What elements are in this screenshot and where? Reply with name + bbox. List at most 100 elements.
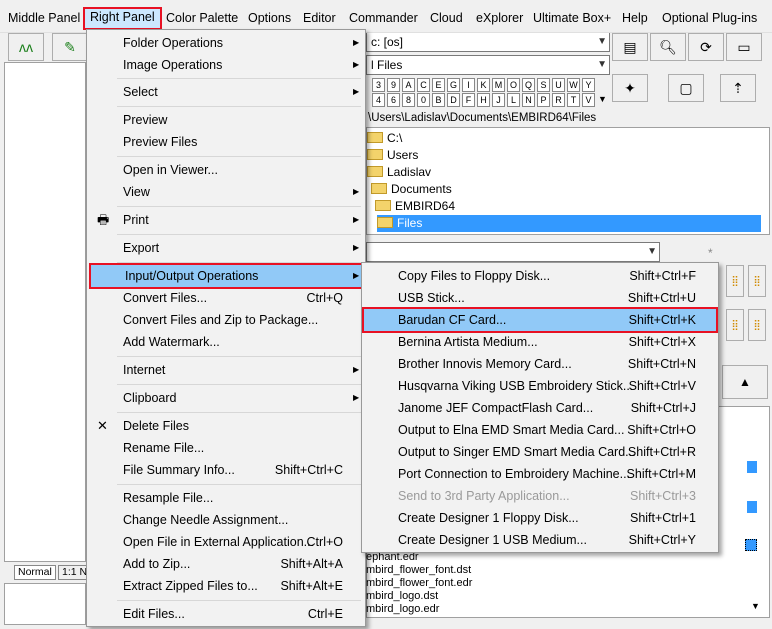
letter-button[interactable]: L bbox=[507, 93, 520, 107]
menu-ultimate-box[interactable]: Ultimate Box+ bbox=[528, 8, 616, 28]
letter-button[interactable]: H bbox=[477, 93, 490, 107]
grid-view-button[interactable]: ⣿ bbox=[748, 309, 766, 341]
list-item[interactable]: mbird_logo.edr bbox=[366, 603, 439, 616]
menu-commander[interactable]: Commander bbox=[344, 8, 423, 28]
menu-item-designer1-usb[interactable]: Create Designer 1 USB Medium... Shift+Ctr… bbox=[364, 529, 716, 551]
menu-item-clipboard[interactable]: Clipboard ▶ bbox=[89, 387, 363, 409]
menu-item-janome-jef[interactable]: Janome JEF CompactFlash Card... Shift+Ctr… bbox=[364, 397, 716, 419]
folder-up-icon-button[interactable]: ⇡ bbox=[720, 74, 756, 102]
letter-button[interactable]: E bbox=[432, 78, 445, 92]
menu-item-husqvarna-viking[interactable]: Husqvarna Viking USB Embroidery Stick...… bbox=[364, 375, 716, 397]
new-folder-icon-button[interactable]: ✦ bbox=[612, 74, 648, 102]
menu-item-image-operations[interactable]: Image Operations ▶ bbox=[89, 54, 363, 76]
letter-button[interactable]: M bbox=[492, 78, 505, 92]
menu-help[interactable]: Help bbox=[617, 8, 653, 28]
list-item[interactable]: mbird_flower_font.dst bbox=[366, 564, 471, 577]
letter-button[interactable]: T bbox=[567, 93, 580, 107]
menu-item-singer-emd[interactable]: Output to Singer EMD Smart Media Card...… bbox=[364, 441, 716, 463]
tree-item[interactable]: Ladislav bbox=[367, 164, 431, 181]
folder-icon-button[interactable]: ▢ bbox=[668, 74, 704, 102]
wand-tool-button[interactable]: ✎ bbox=[52, 33, 88, 61]
grid-view-button[interactable]: ⣿ bbox=[748, 265, 766, 297]
menu-item-internet[interactable]: Internet ▶ bbox=[89, 359, 363, 381]
menu-item-brother-innovis[interactable]: Brother Innovis Memory Card... Shift+Ctrl… bbox=[364, 353, 716, 375]
tree-item[interactable]: Users bbox=[367, 147, 418, 164]
tree-item-selected[interactable]: Files bbox=[377, 215, 761, 232]
menu-item-add-watermark[interactable]: Add Watermark... bbox=[89, 331, 363, 353]
tab-normal[interactable]: Normal bbox=[14, 565, 56, 580]
collapse-button[interactable]: ▲ bbox=[722, 365, 768, 399]
letter-button[interactable]: K bbox=[477, 78, 490, 92]
list-item[interactable]: mbird_logo.dst bbox=[366, 590, 438, 603]
menu-item-designer1-floppy[interactable]: Create Designer 1 Floppy Disk... Shift+Ct… bbox=[364, 507, 716, 529]
scroll-down-icon[interactable]: ▼ bbox=[598, 94, 607, 104]
letter-button[interactable]: W bbox=[567, 78, 580, 92]
menu-color-palette[interactable]: Color Palette bbox=[161, 8, 243, 28]
menu-item-rename-file[interactable]: Rename File... bbox=[89, 437, 363, 459]
menu-item-preview[interactable]: Preview bbox=[89, 109, 363, 131]
stitch-tool-button[interactable]: ʌʌ bbox=[8, 33, 44, 61]
letter-button[interactable]: V bbox=[582, 93, 595, 107]
menu-editor[interactable]: Editor bbox=[298, 8, 341, 28]
menu-item-extract-zipped[interactable]: Extract Zipped Files to... Shift+Alt+E bbox=[89, 575, 363, 597]
menu-item-view[interactable]: View ▶ bbox=[89, 181, 363, 203]
panel-icon-button[interactable]: ▭ bbox=[726, 33, 762, 61]
letter-button[interactable]: Q bbox=[522, 78, 535, 92]
menu-options[interactable]: Options bbox=[243, 8, 296, 28]
letter-button[interactable]: A bbox=[402, 78, 415, 92]
list-item[interactable]: mbird_flower_font.edr bbox=[366, 577, 472, 590]
menu-item-print[interactable]: 🖶 Print ▶ bbox=[89, 209, 363, 231]
menu-item-file-summary-info[interactable]: File Summary Info... Shift+Ctrl+C bbox=[89, 459, 363, 481]
menu-item-open-in-viewer[interactable]: Open in Viewer... bbox=[89, 159, 363, 181]
menu-cloud[interactable]: Cloud bbox=[425, 8, 468, 28]
menu-item-convert-zip[interactable]: Convert Files and Zip to Package... bbox=[89, 309, 363, 331]
letter-button[interactable]: 4 bbox=[372, 93, 385, 107]
letter-button[interactable]: J bbox=[492, 93, 505, 107]
menu-item-delete-files[interactable]: ✕ Delete Files bbox=[89, 415, 363, 437]
menu-middle-panel[interactable]: Middle Panel bbox=[3, 8, 85, 28]
letter-button[interactable]: R bbox=[552, 93, 565, 107]
letter-button[interactable]: U bbox=[552, 78, 565, 92]
letter-button[interactable]: N bbox=[522, 93, 535, 107]
menu-item-elna-emd[interactable]: Output to Elna EMD Smart Media Card... Sh… bbox=[364, 419, 716, 441]
letter-button[interactable]: O bbox=[507, 78, 520, 92]
letter-button[interactable]: 9 bbox=[387, 78, 400, 92]
menu-item-preview-files[interactable]: Preview Files bbox=[89, 131, 363, 153]
zoom-icon-button[interactable]: 🔍︎ bbox=[650, 33, 686, 61]
letter-button[interactable]: I bbox=[462, 78, 475, 92]
menu-item-usb-stick[interactable]: USB Stick... Shift+Ctrl+U bbox=[364, 287, 716, 309]
grid-view-button[interactable]: ⣿ bbox=[726, 309, 744, 341]
letter-button[interactable]: F bbox=[462, 93, 475, 107]
menu-explorer[interactable]: eXplorer bbox=[471, 8, 528, 28]
menu-item-copy-floppy[interactable]: Copy Files to Floppy Disk... Shift+Ctrl+F bbox=[364, 265, 716, 287]
tree-item[interactable]: Documents bbox=[371, 181, 452, 198]
grid-view-button[interactable]: ⣿ bbox=[726, 265, 744, 297]
menu-item-export[interactable]: Export ▶ bbox=[89, 237, 363, 259]
menu-item-convert-files[interactable]: Convert Files... Ctrl+Q bbox=[89, 287, 363, 309]
tree-item[interactable]: C:\ bbox=[367, 130, 402, 147]
menu-right-panel[interactable]: Right Panel bbox=[83, 7, 162, 30]
letter-button[interactable]: 8 bbox=[402, 93, 415, 107]
letter-button[interactable]: 3 bbox=[372, 78, 385, 92]
letter-button[interactable]: G bbox=[447, 78, 460, 92]
filter-input-combo[interactable]: ▼ bbox=[366, 242, 660, 262]
menu-item-barudan-cf-card[interactable]: Barudan CF Card... Shift+Ctrl+K bbox=[362, 307, 718, 333]
menu-item-open-external[interactable]: Open File in External Application... Ctrl… bbox=[89, 531, 363, 553]
letter-button[interactable]: Y bbox=[582, 78, 595, 92]
filter-combo[interactable]: l Files ▼ bbox=[366, 55, 610, 75]
letter-button[interactable]: D bbox=[447, 93, 460, 107]
letter-button[interactable]: 6 bbox=[387, 93, 400, 107]
menu-item-edit-files[interactable]: Edit Files... Ctrl+E bbox=[89, 603, 363, 625]
menu-item-input-output-operations[interactable]: Input/Output Operations ▶ bbox=[89, 263, 365, 289]
menu-item-bernina-artista[interactable]: Bernina Artista Medium... Shift+Ctrl+X bbox=[364, 331, 716, 353]
scroll-down-icon[interactable]: ▼ bbox=[751, 601, 760, 611]
letter-button[interactable]: S bbox=[537, 78, 550, 92]
save-icon-button[interactable]: ▤ bbox=[612, 33, 648, 61]
menu-item-port-connection[interactable]: Port Connection to Embroidery Machine...… bbox=[364, 463, 716, 485]
menu-item-change-needle-assignment[interactable]: Change Needle Assignment... bbox=[89, 509, 363, 531]
menu-item-select[interactable]: Select ▶ bbox=[89, 81, 363, 103]
menu-optional-plugins[interactable]: Optional Plug-ins bbox=[657, 8, 762, 28]
letter-button[interactable]: P bbox=[537, 93, 550, 107]
letter-button[interactable]: B bbox=[432, 93, 445, 107]
drive-combo[interactable]: c: [os] ▼ bbox=[366, 32, 610, 52]
